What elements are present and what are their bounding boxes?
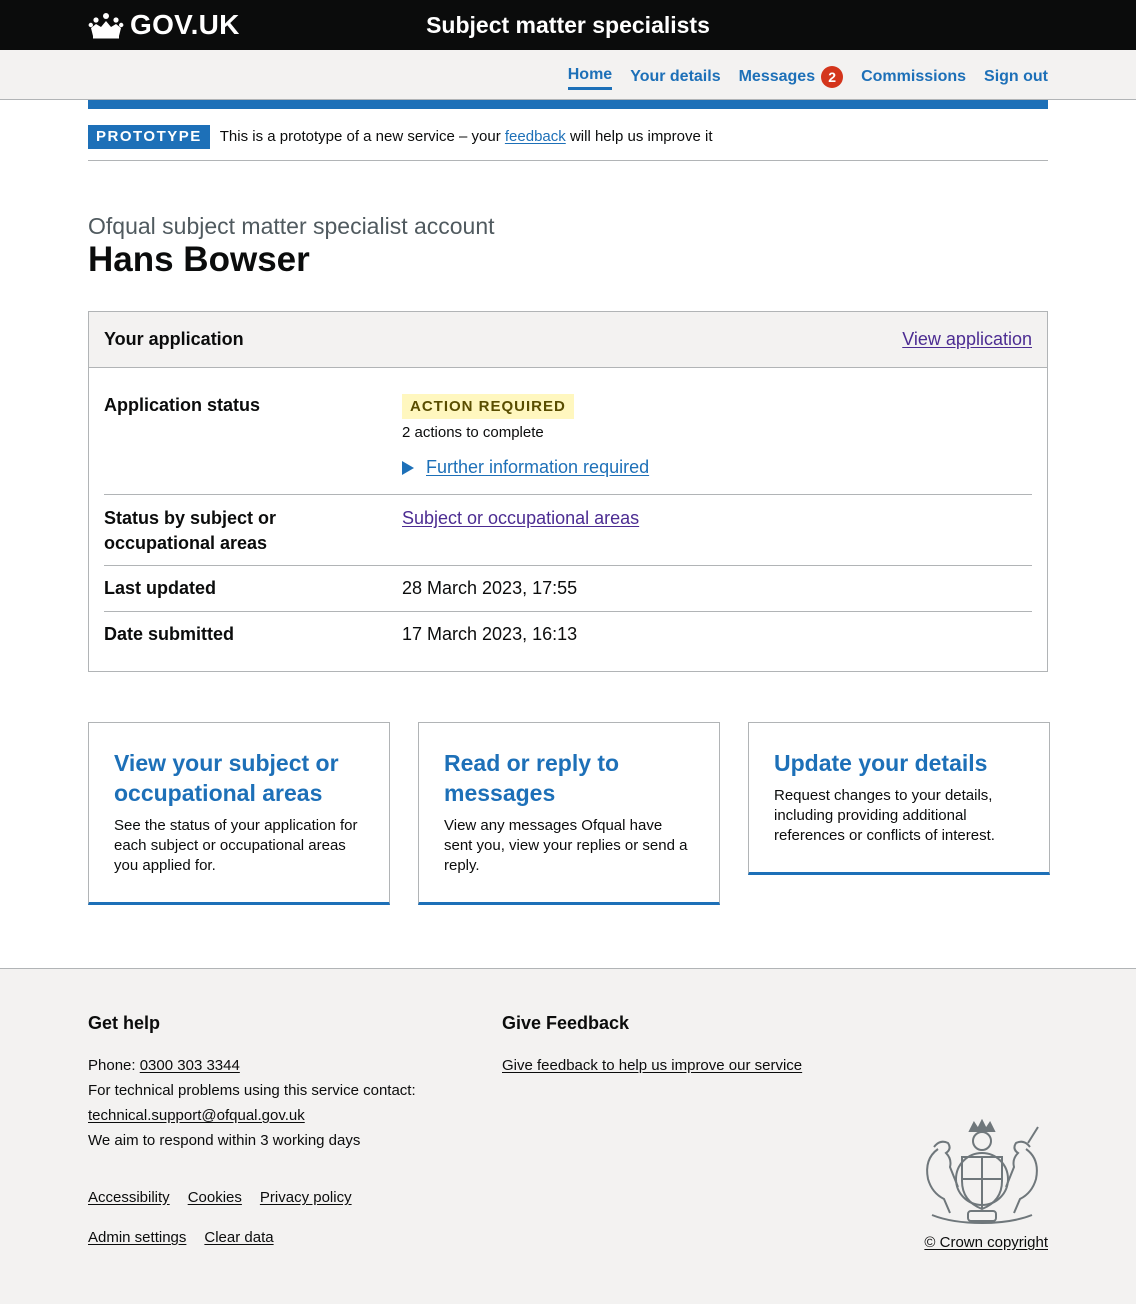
footer: Get help Phone: 0300 303 3344 For techni…	[0, 968, 1136, 1304]
summary-row-last-updated: Last updated 28 March 2023, 17:55	[104, 566, 1032, 612]
tile-subject-areas[interactable]: View your subject or occupational areas …	[88, 722, 390, 905]
privacy-policy-link[interactable]: Privacy policy	[260, 1189, 352, 1206]
tile-messages[interactable]: Read or reply to messages View any messa…	[418, 722, 720, 905]
footer-heading: Give Feedback	[502, 1013, 630, 1033]
phase-text-after: will help us improve it	[565, 128, 713, 145]
nav-your-details[interactable]: Your details	[630, 66, 720, 88]
phone-line: Phone: 0300 303 3344	[88, 1053, 488, 1078]
tile-description: See the status of your application for e…	[114, 817, 358, 874]
summary-value: 28 March 2023, 17:55	[402, 578, 578, 598]
page-title: Hans Bowser	[88, 240, 310, 279]
phase-banner: PROTOTYPE This is a prototype of a new s…	[88, 125, 1048, 161]
subject-areas-link[interactable]: Subject or occupational areas	[402, 508, 639, 528]
summary-row-subject-areas: Status by subject or occupational areas …	[104, 495, 1032, 566]
nav-messages-label: Messages	[738, 68, 816, 85]
further-info-details[interactable]: Further information required	[402, 455, 1032, 480]
cookies-link[interactable]: Cookies	[188, 1189, 242, 1206]
summary-key: Application status	[104, 395, 261, 415]
tech-support-text: For technical problems using this servic…	[88, 1082, 416, 1099]
tile-description: Request changes to your details, includi…	[774, 787, 995, 844]
response-time-text: We aim to respond within 3 working days	[88, 1132, 361, 1149]
tile-link[interactable]: View your subject or occupational areas	[114, 750, 339, 806]
phone-label: Phone:	[88, 1057, 140, 1074]
accessibility-link[interactable]: Accessibility	[88, 1189, 170, 1206]
primary-navigation: Home Your details Messages 2 Commissions…	[567, 64, 1048, 90]
tile-description: View any messages Ofqual have sent you, …	[444, 817, 688, 874]
tile-update-details[interactable]: Update your details Request changes to y…	[748, 722, 1050, 875]
disclosure-triangle-icon	[402, 460, 414, 475]
phase-tag: PROTOTYPE	[88, 125, 210, 149]
feedback-link[interactable]: feedback	[505, 128, 566, 145]
footer-give-feedback: Give Feedback Give feedback to help us i…	[502, 1011, 902, 1078]
email-link[interactable]: technical.support@ofqual.gov.uk	[88, 1107, 305, 1124]
actions-count-text: 2 actions to complete	[402, 424, 544, 441]
navigation-bar: Home Your details Messages 2 Commissions…	[0, 50, 1136, 100]
feedback-line: Give feedback to help us improve our ser…	[502, 1053, 902, 1078]
govuk-header: GOV.UK Subject matter specialists	[0, 0, 1136, 50]
nav-messages[interactable]: Messages 2	[739, 66, 844, 88]
footer-meta-links: Accessibility Cookies Privacy policy	[88, 1189, 352, 1206]
tile-link[interactable]: Read or reply to messages	[444, 750, 619, 806]
page-caption: Ofqual subject matter specialist account	[88, 213, 495, 239]
status-tag: ACTION REQUIRED	[402, 394, 574, 419]
footer-heading: Get help	[88, 1013, 161, 1033]
phase-text-before: This is a prototype of a new service – y…	[219, 128, 505, 145]
phone-link[interactable]: 0300 303 3344	[140, 1057, 240, 1074]
nav-commissions[interactable]: Commissions	[861, 66, 966, 88]
phase-banner-text: This is a prototype of a new service – y…	[220, 125, 713, 149]
tile-title: Update your details	[774, 748, 1024, 778]
tile-link[interactable]: Update your details	[774, 750, 987, 776]
summary-key: Last updated	[104, 578, 217, 598]
summary-value: 17 March 2023, 16:13	[402, 624, 578, 644]
footer-get-help: Get help Phone: 0300 303 3344 For techni…	[88, 1011, 488, 1153]
clear-data-link[interactable]: Clear data	[204, 1229, 273, 1246]
summary-row-status: Application status ACTION REQUIRED 2 act…	[104, 368, 1032, 495]
card-header: Your application View application	[89, 312, 1047, 368]
summary-row-date-submitted: Date submitted 17 March 2023, 16:13	[104, 612, 1032, 658]
messages-count-badge: 2	[821, 66, 844, 88]
header-blue-band	[88, 100, 1048, 109]
view-application-link[interactable]: View application	[902, 329, 1032, 350]
email-line: technical.support@ofqual.gov.uk	[88, 1103, 488, 1128]
nav-home[interactable]: Home	[567, 64, 613, 90]
tile-title: View your subject or occupational areas	[114, 748, 364, 808]
card-title: Your application	[104, 329, 244, 349]
summary-key: Status by subject or occupational areas	[104, 508, 277, 553]
further-info-link[interactable]: Further information required	[426, 455, 649, 480]
nav-sign-out[interactable]: Sign out	[984, 66, 1048, 88]
tile-title: Read or reply to messages	[444, 748, 694, 808]
summary-key: Date submitted	[104, 624, 235, 644]
summary-list: Application status ACTION REQUIRED 2 act…	[104, 368, 1032, 658]
application-summary-card: Your application View application Applic…	[88, 311, 1048, 672]
admin-settings-link[interactable]: Admin settings	[88, 1229, 186, 1246]
summary-value: Subject or occupational areas	[402, 495, 1032, 565]
footer-admin-links: Admin settings Clear data	[88, 1229, 274, 1246]
summary-value: ACTION REQUIRED 2 actions to complete Fu…	[402, 368, 1032, 494]
service-name[interactable]: Subject matter specialists	[0, 11, 1136, 39]
give-feedback-link[interactable]: Give feedback to help us improve our ser…	[502, 1057, 802, 1074]
royal-coat-of-arms-icon	[926, 1119, 1039, 1225]
crown-copyright-link[interactable]: © Crown copyright	[924, 1234, 1048, 1251]
